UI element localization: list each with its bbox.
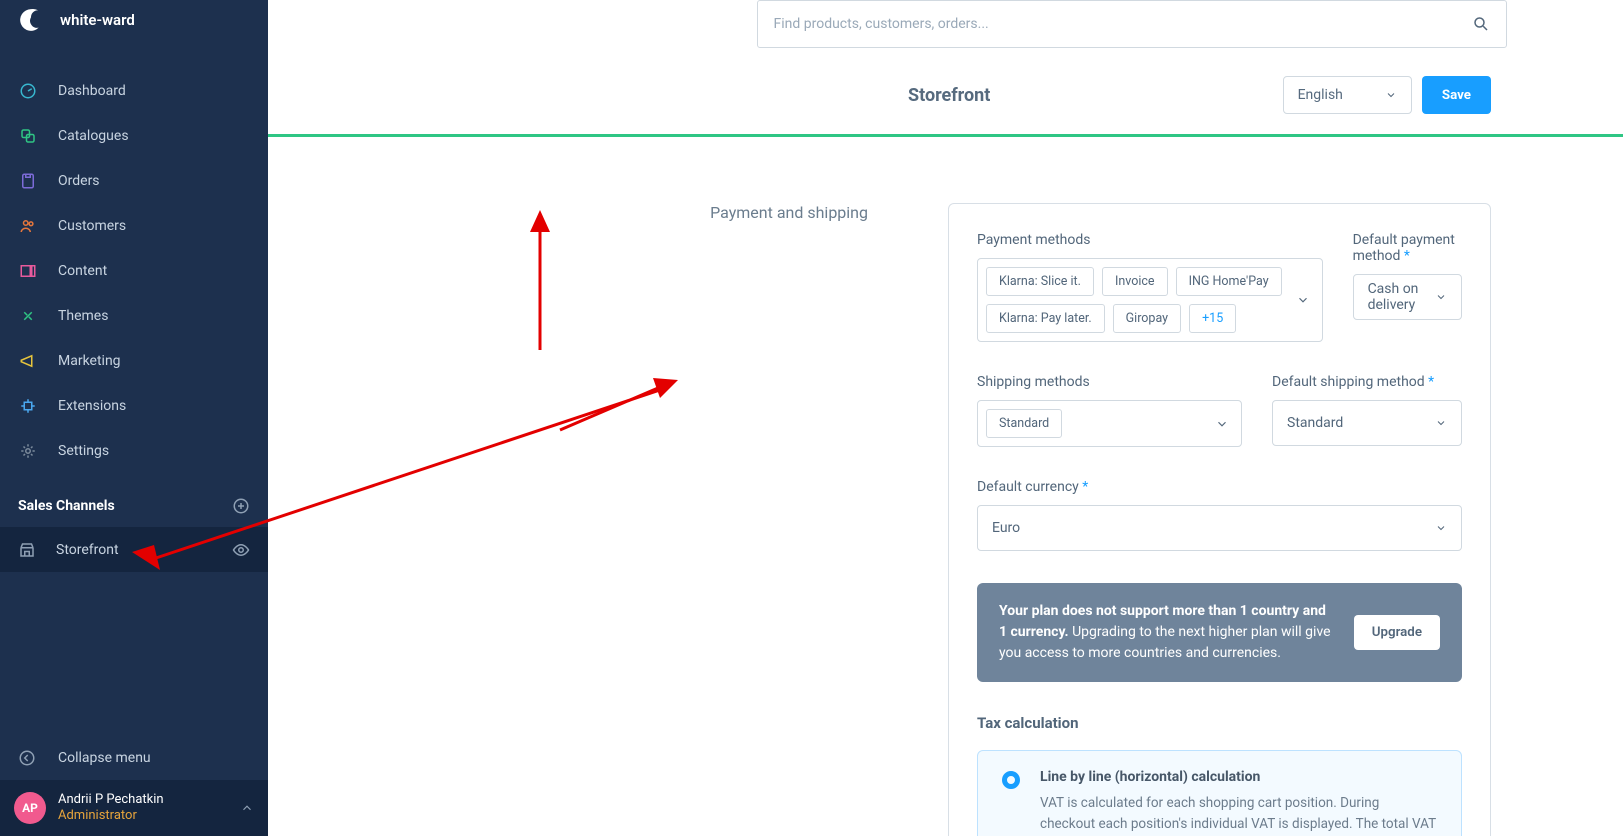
default-shipping-label: Default shipping method: [1272, 374, 1462, 390]
dashboard-icon: [18, 82, 38, 100]
nav-label: Themes: [58, 308, 108, 324]
search-icon: [1472, 15, 1490, 33]
upgrade-button[interactable]: Upgrade: [1354, 615, 1440, 650]
tax-calculation-heading: Tax calculation: [977, 714, 1462, 732]
search-input[interactable]: [774, 16, 1472, 32]
nav-catalogues[interactable]: Catalogues: [0, 113, 268, 158]
chevron-down-icon: [1435, 291, 1447, 303]
save-button[interactable]: Save: [1422, 76, 1491, 114]
default-payment-select[interactable]: Cash on delivery: [1353, 274, 1462, 320]
chevron-down-icon: [1296, 293, 1310, 307]
default-currency-label: Default currency: [977, 479, 1462, 495]
page-title: Storefront: [908, 85, 990, 106]
extensions-icon: [18, 397, 38, 415]
nav-marketing[interactable]: Marketing: [0, 338, 268, 383]
chevron-down-icon: [1435, 417, 1447, 429]
nav-dashboard[interactable]: Dashboard: [0, 68, 268, 113]
nav-label: Settings: [58, 443, 109, 459]
brand: white-ward: [0, 0, 268, 40]
chevron-up-icon: [240, 801, 254, 815]
upgrade-banner: Your plan does not support more than 1 c…: [977, 583, 1462, 682]
radio-desc: VAT is calculated for each shopping cart…: [1040, 793, 1437, 836]
user-box[interactable]: AP Andrii P Pechatkin Administrator: [0, 780, 268, 836]
nav-label: Orders: [58, 173, 100, 189]
chevron-down-icon: [1215, 417, 1229, 431]
tag[interactable]: Klarna: Pay later.: [986, 304, 1105, 333]
nav-themes[interactable]: Themes: [0, 293, 268, 338]
default-shipping-select[interactable]: Standard: [1272, 400, 1462, 446]
tag[interactable]: Invoice: [1102, 267, 1168, 296]
themes-icon: [18, 307, 38, 325]
sidebar-item-storefront[interactable]: Storefront: [0, 527, 268, 572]
marketing-icon: [18, 352, 38, 370]
nav-content[interactable]: Content: [0, 248, 268, 293]
payment-shipping-card: Payment methods Klarna: Slice it. Invoic…: [948, 203, 1491, 836]
storefront-icon: [18, 541, 36, 559]
tax-option-horizontal[interactable]: Line by line (horizontal) calculation VA…: [977, 750, 1462, 836]
eye-icon[interactable]: [232, 541, 250, 559]
tag-more[interactable]: +15: [1189, 304, 1236, 333]
nav-customers[interactable]: Customers: [0, 203, 268, 248]
shipping-methods-label: Shipping methods: [977, 374, 1242, 390]
nav-label: Dashboard: [58, 83, 126, 99]
sales-channels-title: Sales Channels: [0, 497, 268, 515]
language-select[interactable]: English: [1283, 76, 1412, 114]
default-payment-label: Default payment method: [1353, 232, 1462, 264]
content-icon: [18, 262, 38, 280]
tag[interactable]: Klarna: Slice it.: [986, 267, 1094, 296]
nav-label: Customers: [58, 218, 126, 234]
sidebar: white-ward Dashboard Catalogues Orders C…: [0, 0, 268, 836]
tag[interactable]: ING Home'Pay: [1176, 267, 1282, 296]
chevron-down-icon: [1435, 522, 1447, 534]
nav-label: Extensions: [58, 398, 126, 414]
default-currency-select[interactable]: Euro: [977, 505, 1462, 551]
plus-icon[interactable]: [232, 497, 250, 515]
radio-icon: [1002, 771, 1020, 789]
user-role: Administrator: [58, 808, 164, 824]
customers-icon: [18, 217, 38, 235]
orders-icon: [18, 172, 38, 190]
nav-orders[interactable]: Orders: [0, 158, 268, 203]
catalogues-icon: [18, 127, 38, 145]
nav-label: Content: [58, 263, 107, 279]
nav-settings[interactable]: Settings: [0, 428, 268, 473]
section-heading-payment-shipping: Payment and shipping: [440, 203, 908, 222]
search-bar[interactable]: [757, 0, 1507, 48]
collapse-icon: [18, 749, 36, 767]
avatar: AP: [14, 792, 46, 824]
tag[interactable]: Standard: [986, 409, 1062, 438]
main: Storefront English Save Payment and ship…: [268, 0, 1623, 836]
chevron-down-icon: [1385, 89, 1397, 101]
nav-label: Marketing: [58, 353, 121, 369]
user-info: Andrii P Pechatkin Administrator: [58, 792, 164, 823]
brand-name: white-ward: [60, 11, 135, 29]
payment-methods-label: Payment methods: [977, 232, 1323, 248]
radio-title: Line by line (horizontal) calculation: [1040, 769, 1437, 785]
settings-icon: [18, 442, 38, 460]
nav: Dashboard Catalogues Orders Customers Co…: [0, 68, 268, 473]
collapse-menu[interactable]: Collapse menu: [0, 735, 268, 780]
nav-extensions[interactable]: Extensions: [0, 383, 268, 428]
nav-label: Catalogues: [58, 128, 129, 144]
payment-methods-select[interactable]: Klarna: Slice it. Invoice ING Home'Pay K…: [977, 258, 1323, 342]
user-name: Andrii P Pechatkin: [58, 792, 164, 808]
brand-logo-icon: [18, 7, 44, 33]
page-header: Storefront English Save: [268, 62, 1623, 134]
shipping-methods-select[interactable]: Standard: [977, 400, 1242, 447]
sidebar-item-label: Storefront: [56, 542, 212, 558]
tag[interactable]: Giropay: [1113, 304, 1181, 333]
